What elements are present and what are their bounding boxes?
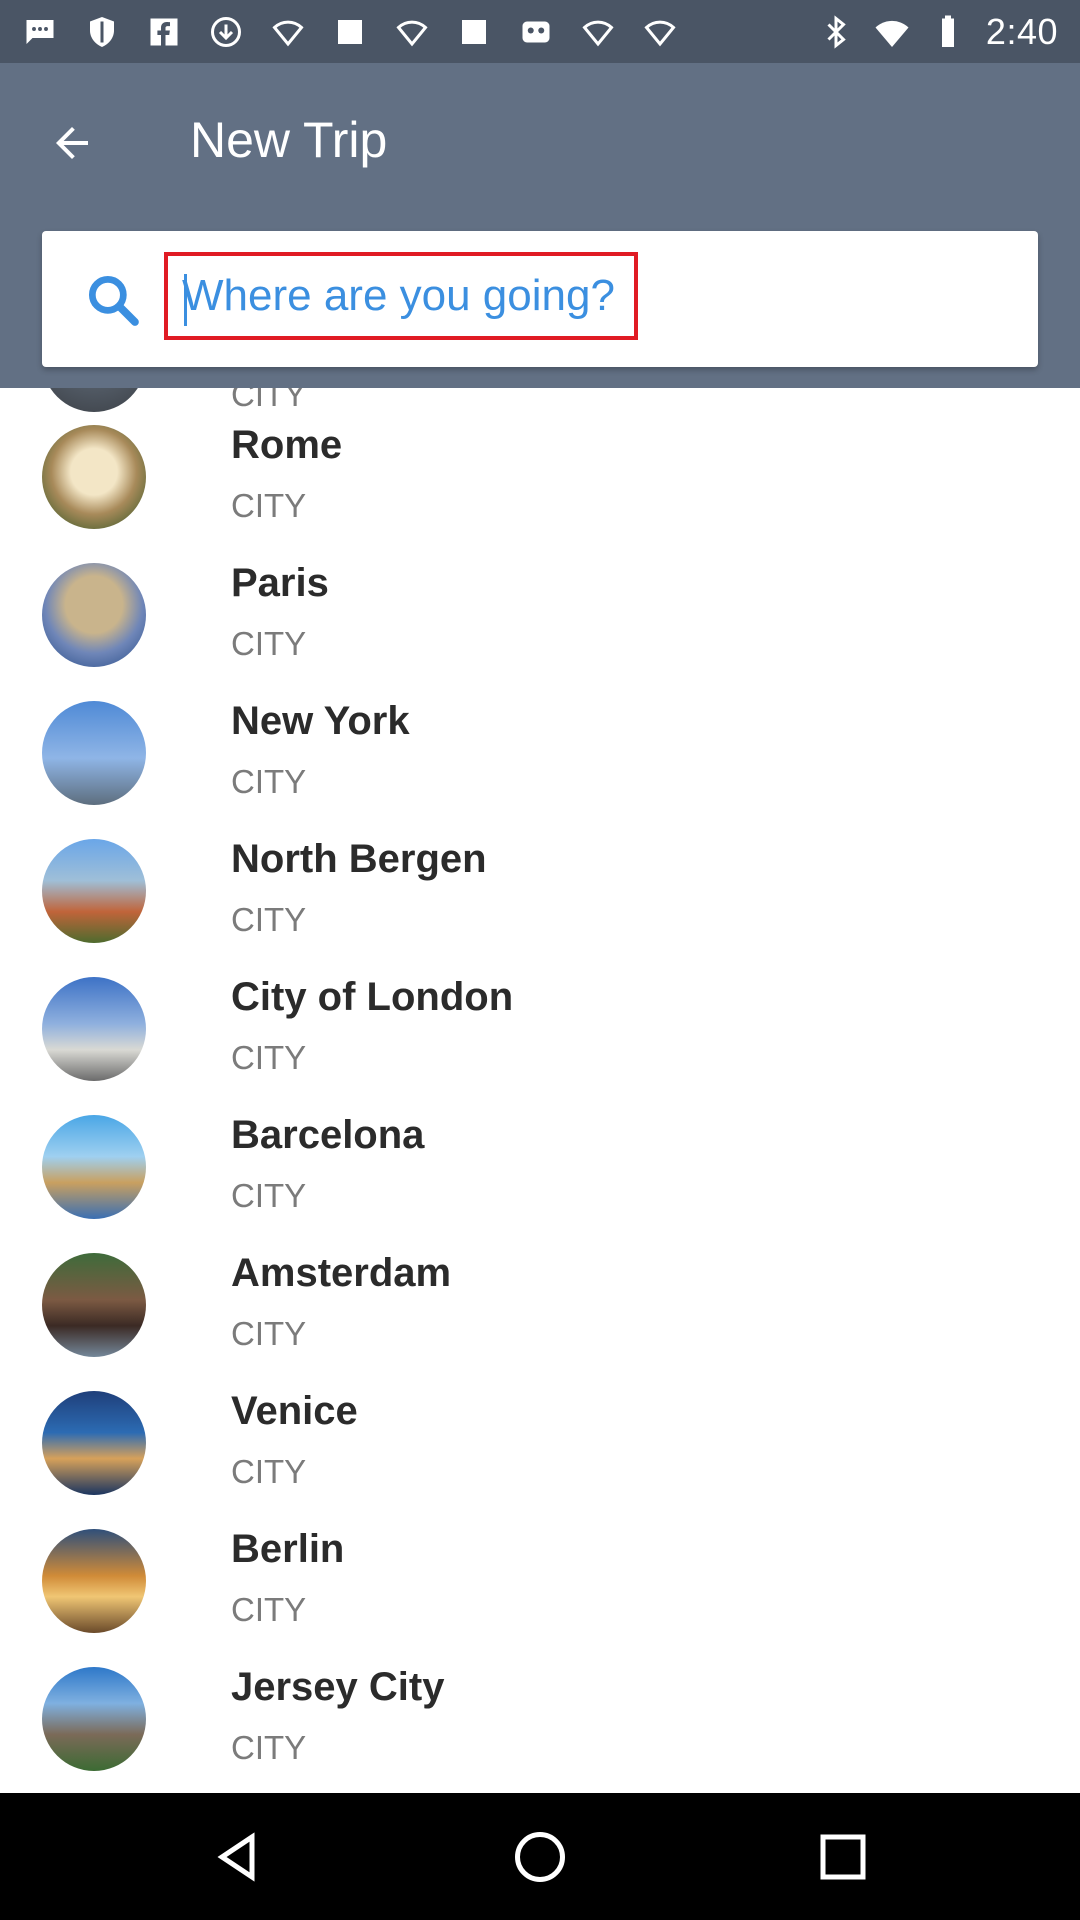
- city-type-label: CITY: [231, 1729, 307, 1766]
- city-type-label: CITY: [231, 388, 307, 413]
- search-input[interactable]: [168, 256, 634, 336]
- search-bar: [42, 231, 1038, 367]
- list-item[interactable]: New York CITY: [0, 699, 1080, 839]
- city-type-label: CITY: [231, 1315, 307, 1352]
- city-type-label: CITY: [231, 1177, 307, 1214]
- robot-icon: [518, 14, 554, 50]
- wifi-signal-icon: [874, 14, 910, 50]
- navigation-bar: [0, 1793, 1080, 1920]
- city-name: Amsterdam: [231, 1251, 452, 1295]
- chat-icon: [22, 14, 58, 50]
- city-thumbnail: [42, 1529, 146, 1633]
- city-type-label: CITY: [231, 1039, 307, 1076]
- square-icon: [456, 14, 492, 50]
- city-name: Venice: [231, 1389, 358, 1433]
- city-name: Rome: [231, 423, 343, 467]
- page-title: New Trip: [190, 112, 388, 168]
- list-item[interactable]: Rome CITY: [0, 423, 1080, 563]
- facebook-icon: [146, 14, 182, 50]
- city-thumbnail: [42, 701, 146, 805]
- back-button[interactable]: [36, 107, 108, 179]
- download-icon: [208, 14, 244, 50]
- city-type-label: CITY: [231, 487, 307, 524]
- city-thumbnail: [42, 1115, 146, 1219]
- list-item[interactable]: Venice CITY: [0, 1389, 1080, 1529]
- city-name: North Bergen: [231, 837, 487, 881]
- bluetooth-icon: [818, 14, 854, 50]
- city-type-label: CITY: [231, 625, 307, 662]
- city-thumbnail: [42, 388, 146, 412]
- wifi-icon: [270, 14, 306, 50]
- city-thumbnail: [42, 425, 146, 529]
- list-item[interactable]: Berlin CITY: [0, 1527, 1080, 1667]
- wifi-icon: [394, 14, 430, 50]
- city-thumbnail: [42, 1253, 146, 1357]
- list-item[interactable]: North Bergen CITY: [0, 837, 1080, 977]
- search-icon[interactable]: [82, 269, 144, 331]
- square-icon: [332, 14, 368, 50]
- city-type-label: CITY: [231, 901, 307, 938]
- list-item[interactable]: City of London CITY: [0, 975, 1080, 1115]
- city-name: Paris: [231, 561, 329, 605]
- city-name: Barcelona: [231, 1113, 425, 1157]
- system-icons: 2:40: [818, 11, 1058, 53]
- nav-home-button[interactable]: [504, 1821, 576, 1893]
- wifi-icon: [580, 14, 616, 50]
- list-item-partial[interactable]: CITY: [0, 388, 1080, 418]
- nav-recents-button[interactable]: [807, 1821, 879, 1893]
- shield-icon: [84, 14, 120, 50]
- app-toolbar: New Trip: [0, 63, 1080, 388]
- battery-icon: [930, 14, 966, 50]
- arrow-back-icon: [56, 127, 88, 159]
- nav-back-button[interactable]: [201, 1821, 273, 1893]
- city-name: Jersey City: [231, 1665, 445, 1709]
- city-thumbnail: [42, 563, 146, 667]
- city-thumbnail: [42, 1391, 146, 1495]
- list-item[interactable]: Jersey City CITY: [0, 1665, 1080, 1793]
- city-thumbnail: [42, 1667, 146, 1771]
- nav-recents-icon: [820, 1834, 866, 1880]
- notification-icons: [22, 14, 678, 50]
- list-item[interactable]: Barcelona CITY: [0, 1113, 1080, 1253]
- list-item[interactable]: Amsterdam CITY: [0, 1251, 1080, 1391]
- city-name: New York: [231, 699, 410, 743]
- clock: 2:40: [985, 10, 1058, 52]
- city-name: City of London: [231, 975, 514, 1019]
- status-bar: 2:40: [0, 0, 1080, 63]
- text-cursor: [184, 274, 187, 326]
- nav-home-icon: [515, 1832, 565, 1882]
- city-name: Berlin: [231, 1527, 345, 1571]
- wifi-icon: [642, 14, 678, 50]
- city-type-label: CITY: [231, 763, 307, 800]
- search-input-highlight: [164, 252, 638, 340]
- city-type-label: CITY: [231, 1591, 307, 1628]
- city-thumbnail: [42, 839, 146, 943]
- city-thumbnail: [42, 977, 146, 1081]
- nav-back-icon: [217, 1832, 255, 1882]
- list-item[interactable]: Paris CITY: [0, 561, 1080, 701]
- destination-list: CITY Rome CITY Paris CITY New York CITY North …: [0, 388, 1080, 1793]
- city-type-label: CITY: [231, 1453, 307, 1490]
